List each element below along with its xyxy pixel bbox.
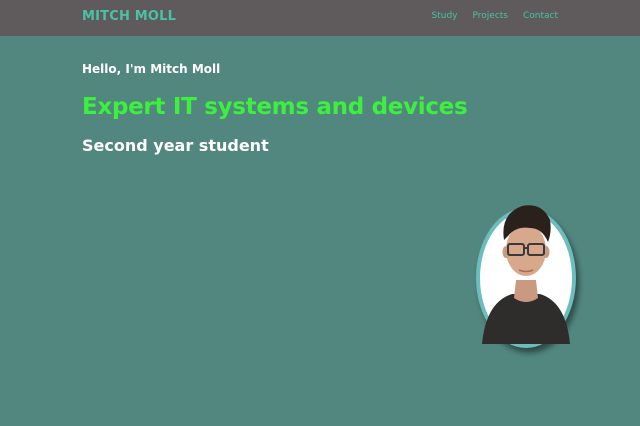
profile-photo xyxy=(482,205,570,344)
hero-subheadline: Second year student xyxy=(82,136,269,155)
hero-headline: Expert IT systems and devices xyxy=(82,94,468,120)
neck-shape xyxy=(514,280,538,302)
hero-greeting: Hello, I'm Mitch Moll xyxy=(82,62,221,76)
nav-link-contact[interactable]: Contact xyxy=(523,11,558,21)
nav-link-study[interactable]: Study xyxy=(432,11,458,21)
nav-links: Study Projects Contact xyxy=(432,11,559,21)
nav-link-projects[interactable]: Projects xyxy=(473,11,508,21)
brand-logo[interactable]: MITCH MOLL xyxy=(82,9,176,24)
profile-avatar xyxy=(476,205,576,348)
top-navbar: MITCH MOLL Study Projects Contact xyxy=(0,0,640,36)
